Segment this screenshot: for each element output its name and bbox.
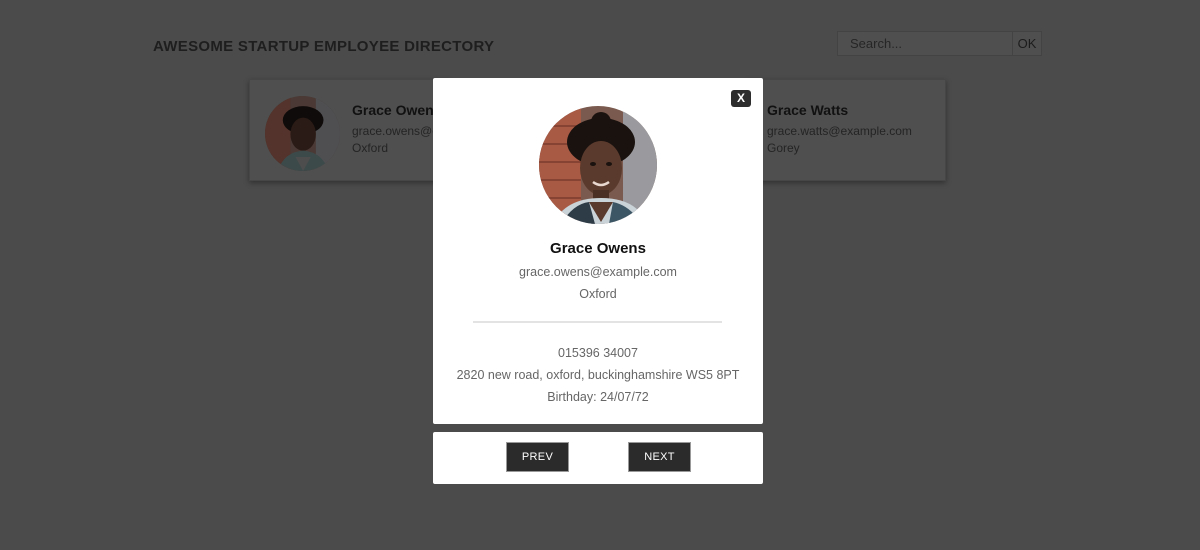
- employee-card[interactable]: Grace Watts grace.watts@example.com Gore…: [748, 79, 946, 181]
- prev-button[interactable]: PREV: [506, 442, 569, 472]
- card-city: Oxford: [352, 141, 389, 155]
- close-button[interactable]: X: [731, 90, 751, 107]
- modal-birthday: Birthday: 24/07/72: [547, 390, 649, 404]
- next-button[interactable]: NEXT: [628, 442, 691, 472]
- card-name: Grace Watts: [767, 102, 849, 118]
- employee-modal: X Grace Owens grace.owens@example.com Ox…: [433, 78, 763, 424]
- card-name: Grace Owens: [352, 102, 442, 118]
- card-email: grace.watts@example.com: [767, 124, 912, 138]
- card-city: Gorey: [767, 141, 800, 155]
- modal-name: Grace Owens: [550, 240, 646, 257]
- modal-email: grace.owens@example.com: [519, 265, 677, 279]
- divider: [473, 321, 722, 323]
- modal-city: Oxford: [579, 287, 617, 301]
- modal-phone: 015396 34007: [558, 346, 638, 360]
- modal-navigation: PREV NEXT: [433, 432, 763, 484]
- modal-address: 2820 new road, oxford, buckinghamshire W…: [456, 368, 740, 382]
- search-form: OK: [837, 31, 1042, 56]
- search-input[interactable]: [837, 31, 1013, 56]
- page-title: AWESOME STARTUP EMPLOYEE DIRECTORY: [153, 38, 495, 55]
- search-button[interactable]: OK: [1013, 31, 1042, 56]
- modal-avatar: [539, 106, 657, 224]
- employee-card[interactable]: Grace Owens grace.owens@example.com Oxfo…: [249, 79, 504, 181]
- avatar: [265, 96, 340, 171]
